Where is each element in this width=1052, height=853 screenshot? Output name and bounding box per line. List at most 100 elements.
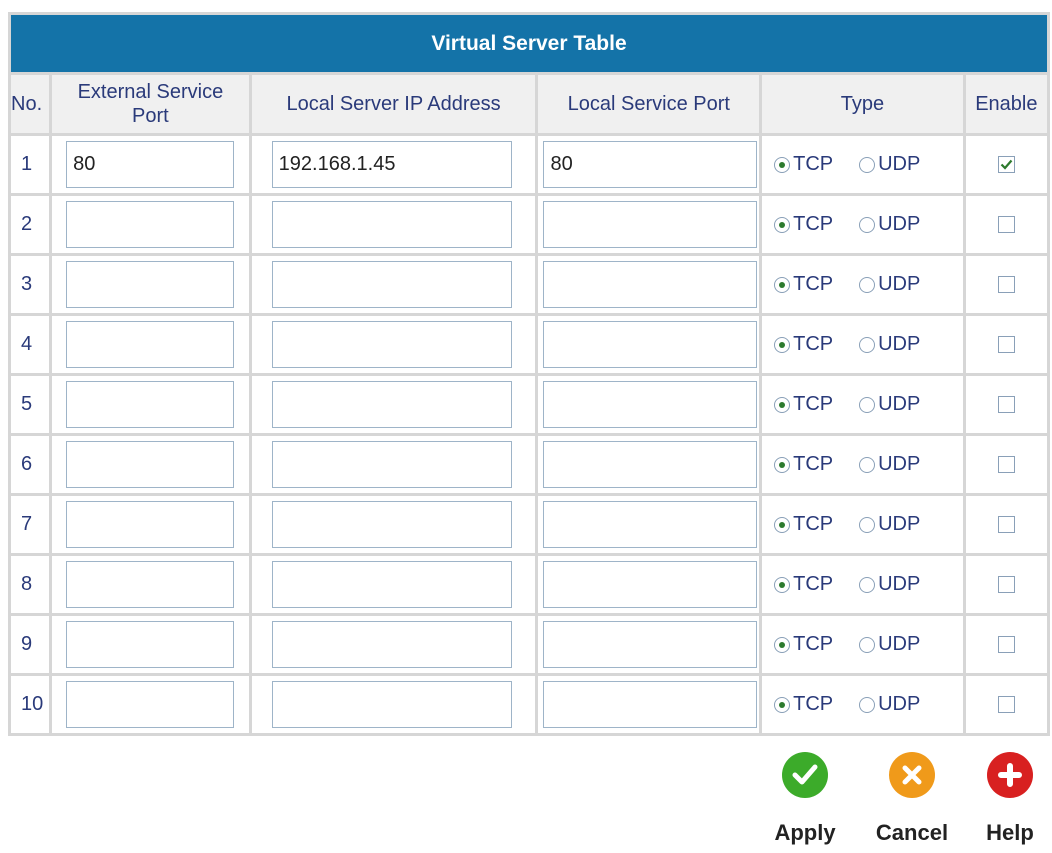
enable-checkbox[interactable] [997,156,1015,173]
check-icon [782,752,828,798]
external-port-input[interactable] [66,141,235,188]
external-port-input[interactable] [66,681,235,728]
external-port-input[interactable] [66,501,235,548]
tcp-radio[interactable] [774,516,791,533]
udp-radio[interactable] [859,216,876,233]
external-port-cell [52,316,249,373]
row-number: 7 [11,496,50,553]
local-ip-input[interactable] [271,321,512,368]
local-ip-input[interactable] [271,621,512,668]
local-ip-input[interactable] [271,501,512,548]
enable-checkbox[interactable] [997,396,1015,413]
row-number: 3 [11,256,50,313]
external-port-input[interactable] [66,261,235,308]
local-port-input[interactable] [543,141,758,188]
tcp-label: TCP [793,453,834,475]
type-radio-group: TCP UDP [762,153,963,176]
local-ip-cell [251,136,536,193]
row-number: 4 [11,316,50,373]
table-row: 3 TCP UDP [11,256,1047,313]
external-port-cell [52,136,249,193]
column-header-local-port: Local Service Port [538,75,760,133]
column-header-enable: Enable [965,75,1047,133]
local-ip-input[interactable] [271,201,512,248]
udp-label: UDP [878,513,921,535]
cancel-label: Cancel [875,820,949,845]
tcp-radio[interactable] [774,336,791,353]
tcp-radio[interactable] [774,636,791,653]
udp-radio[interactable] [859,276,876,293]
local-port-input[interactable] [543,501,758,548]
enable-checkbox[interactable] [997,516,1015,533]
column-header-local-ip: Local Server IP Address [251,75,536,133]
udp-radio[interactable] [859,576,876,593]
tcp-radio[interactable] [774,576,791,593]
local-port-cell [538,556,760,613]
type-cell: TCP UDP [762,316,963,373]
external-port-cell [52,556,249,613]
type-cell: TCP UDP [762,556,963,613]
local-ip-input[interactable] [271,381,512,428]
tcp-label: TCP [793,153,834,175]
local-ip-input[interactable] [271,681,512,728]
local-ip-cell [251,676,536,733]
local-port-input[interactable] [543,261,758,308]
udp-radio[interactable] [859,636,876,653]
external-port-input[interactable] [66,201,235,248]
udp-radio[interactable] [859,156,876,173]
tcp-radio[interactable] [774,156,791,173]
local-port-input[interactable] [543,321,758,368]
table-row: 10 TCP UDP [11,676,1047,733]
external-port-input[interactable] [66,621,235,668]
external-port-input[interactable] [66,561,235,608]
udp-radio[interactable] [859,696,876,713]
column-header-type: Type [762,75,963,133]
udp-radio[interactable] [859,456,876,473]
enable-checkbox[interactable] [997,636,1015,653]
local-port-input[interactable] [543,681,758,728]
table-row: 5 TCP UDP [11,376,1047,433]
enable-checkbox[interactable] [997,276,1015,293]
udp-label: UDP [878,153,921,175]
tcp-radio[interactable] [774,456,791,473]
local-ip-input[interactable] [271,261,512,308]
enable-cell [965,616,1047,673]
udp-label: UDP [878,573,921,595]
local-ip-input[interactable] [271,441,512,488]
local-ip-cell [251,616,536,673]
external-port-cell [52,496,249,553]
type-radio-group: TCP UDP [762,573,963,596]
enable-checkbox[interactable] [997,456,1015,473]
cancel-button[interactable]: Cancel [867,752,957,846]
udp-radio[interactable] [859,396,876,413]
tcp-radio[interactable] [774,276,791,293]
external-port-cell [52,376,249,433]
external-port-input[interactable] [66,441,235,488]
local-port-input[interactable] [543,621,758,668]
tcp-radio[interactable] [774,396,791,413]
local-port-input[interactable] [543,441,758,488]
enable-checkbox[interactable] [997,696,1015,713]
help-button[interactable]: Help [975,752,1045,846]
udp-radio[interactable] [859,336,876,353]
local-port-cell [538,376,760,433]
row-number: 8 [11,556,50,613]
apply-button[interactable]: Apply [765,752,845,846]
local-port-input[interactable] [543,381,758,428]
local-ip-input[interactable] [271,561,512,608]
enable-checkbox[interactable] [997,576,1015,593]
apply-label: Apply [774,820,836,845]
external-port-input[interactable] [66,381,235,428]
enable-cell [965,496,1047,553]
tcp-radio[interactable] [774,216,791,233]
udp-radio[interactable] [859,516,876,533]
enable-checkbox[interactable] [997,336,1015,353]
local-port-input[interactable] [543,201,758,248]
tcp-radio[interactable] [774,696,791,713]
enable-checkbox[interactable] [997,216,1015,233]
local-port-cell [538,496,760,553]
external-port-input[interactable] [66,321,235,368]
local-ip-input[interactable] [271,141,512,188]
type-radio-group: TCP UDP [762,693,963,716]
local-port-input[interactable] [543,561,758,608]
